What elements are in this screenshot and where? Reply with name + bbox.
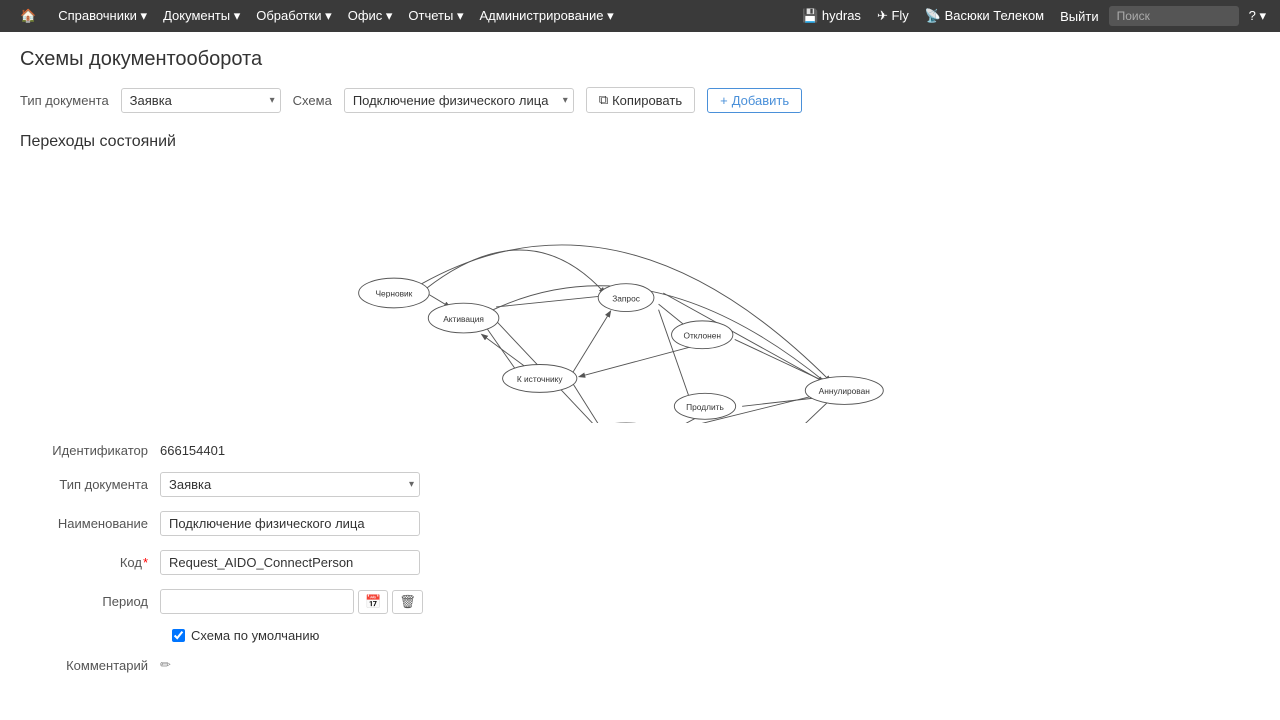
form-comment-label: Комментарий [20,658,160,673]
id-row: Идентификатор 666154401 [20,443,1260,458]
nav-item-dokumenty[interactable]: Документы ▾ [157,8,246,24]
svg-text:Черновик: Черновик [376,289,413,299]
navbar: 🏠 Справочники ▾ Документы ▾ Обработки ▾ … [0,0,1280,32]
copy-button[interactable]: ⧉ Копировать [586,87,695,113]
nav-item-ofis[interactable]: Офис ▾ [342,8,399,24]
nav-logout[interactable]: Выйти [1054,9,1105,24]
form-code-input[interactable] [160,550,420,575]
default-schema-checkbox[interactable] [172,629,185,642]
form-period-row: Период 📅 🗑 [20,589,1260,614]
form-period-input[interactable] [160,589,354,614]
schema-label: Схема [293,93,332,108]
svg-text:Продлить: Продлить [686,402,724,412]
svg-text:Активация: Активация [443,314,484,324]
form-period-label: Период [20,594,160,609]
svg-text:Отклонен: Отклонен [683,331,721,341]
schema-select-wrap: Подключение физического лица ▾ [344,88,574,113]
svg-text:Запрос: Запрос [612,293,640,303]
svg-text:К источнику: К источнику [517,374,564,384]
form-doc-type-label: Тип документа [20,477,160,492]
page-content: Схемы документооборота Тип документа Зая… [0,32,1280,697]
doc-type-select-wrap: Заявка ▾ [121,88,281,113]
nav-item-otchety[interactable]: Отчеты ▾ [402,8,469,24]
diagram-title: Переходы состояний [20,133,1260,151]
period-calendar-button[interactable]: 📅 [358,590,388,614]
schema-select[interactable]: Подключение физического лица [344,88,574,113]
add-button[interactable]: + Добавить [707,88,802,113]
trash-icon: 🗑 [399,594,416,609]
home-icon: 🏠 [14,8,42,24]
doc-type-select[interactable]: Заявка [121,88,281,113]
nav-item-spravochniki[interactable]: Справочники ▾ [52,8,153,24]
help-icon[interactable]: ? ▾ [1243,8,1272,24]
doc-type-label: Тип документа [20,93,109,108]
diagram-edges [422,245,833,423]
add-icon: + [720,93,728,108]
form-name-row: Наименование [20,511,1260,536]
copy-icon: ⧉ [599,92,608,108]
nav-home[interactable]: 🏠 [8,8,48,24]
form-default-schema-row: Схема по умолчанию [172,628,1260,643]
nav-user-hydras[interactable]: 💾 hydras [796,8,867,24]
id-value: 666154401 [160,443,225,458]
form-comment-row: Комментарий ✏ [20,657,1260,673]
form-section: Идентификатор 666154401 Тип документа За… [20,443,1260,673]
search-input[interactable] [1109,6,1239,26]
calendar-icon: 📅 [365,594,381,609]
diagram-section: Переходы состояний [20,133,1260,423]
id-label: Идентификатор [20,443,160,458]
page-title: Схемы документооборота [20,48,1260,71]
form-doc-type-row: Тип документа Заявка ▾ [20,472,1260,497]
form-name-label: Наименование [20,516,160,531]
period-clear-button[interactable]: 🗑 [392,590,423,614]
diagram-svg: Черновик Активация Запрос Отклонен К ист… [20,163,1260,423]
toolbar: Тип документа Заявка ▾ Схема Подключение… [20,87,1260,113]
default-schema-label: Схема по умолчанию [191,628,319,643]
form-doc-type-select[interactable]: Заявка [160,472,420,497]
nav-user-vasyuki[interactable]: 📡 Васюки Телеком [919,8,1050,24]
comment-edit-icon[interactable]: ✏ [160,657,171,673]
form-code-row: Код [20,550,1260,575]
svg-text:Аннулирован: Аннулирован [819,386,871,396]
form-name-input[interactable] [160,511,420,536]
diagram-container: Черновик Активация Запрос Отклонен К ист… [20,163,1260,423]
nav-item-admin[interactable]: Администрирование ▾ [474,8,620,24]
form-doc-type-select-wrap: Заявка ▾ [160,472,420,497]
form-code-label: Код [20,555,160,570]
nav-item-obrabotki[interactable]: Обработки ▾ [250,8,337,24]
nav-user-fly[interactable]: ✈ Fly [871,8,915,24]
